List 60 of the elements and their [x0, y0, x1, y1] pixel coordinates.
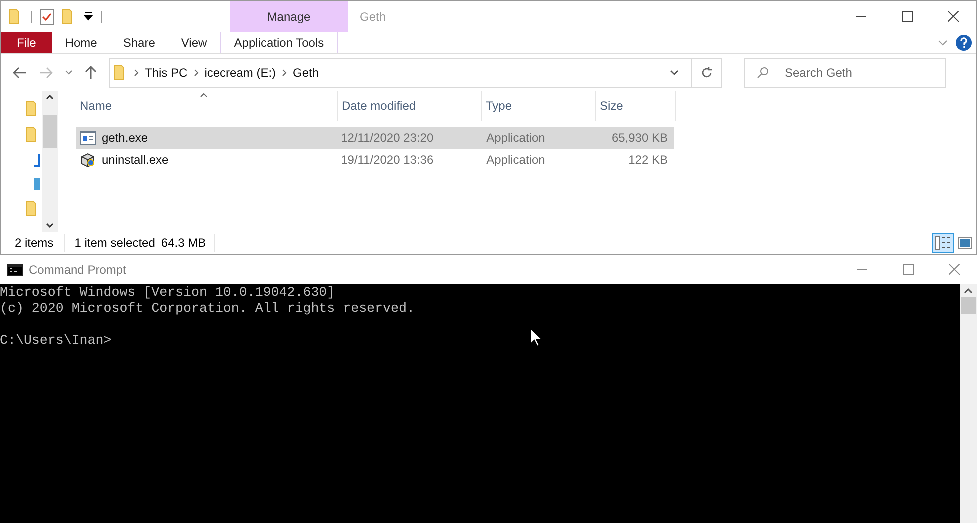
- file-name: geth.exe: [102, 130, 148, 147]
- status-selection-size: 64.3 MB: [155, 234, 216, 252]
- ribbon-tab[interactable]: View: [168, 32, 220, 53]
- date-cell-text: 12/11/2020 23:20: [340, 130, 435, 147]
- column-header[interactable]: Date modified: [338, 91, 482, 121]
- file-row[interactable]: uninstall.exe 19/11/2020 13:36 Application 122 KB: [76, 149, 674, 171]
- properties-icon[interactable]: [40, 8, 54, 24]
- dropdown-icon[interactable]: [84, 12, 93, 21]
- column-header[interactable]: Type: [482, 91, 596, 121]
- ribbon-tab[interactable]: File: [1, 32, 52, 53]
- chevron-right-icon: [194, 68, 199, 76]
- status-item-count: 2 items: [1, 234, 65, 252]
- up-arrow-icon[interactable]: [85, 66, 97, 80]
- date-cell-text: 19/11/2020 13:36: [340, 152, 435, 169]
- scroll-up-icon[interactable]: [46, 95, 54, 100]
- scroll-up-icon[interactable]: [964, 288, 973, 294]
- scrollbar[interactable]: [42, 91, 58, 232]
- ribbon-tab[interactable]: Share: [110, 32, 168, 53]
- chevron-right-icon: [282, 68, 288, 76]
- size-cell-text: 122 KB: [628, 152, 669, 169]
- console-prompt: C:\Users\Inan>: [0, 333, 112, 349]
- type-cell-text: Application: [486, 152, 546, 169]
- column-header[interactable]: Size: [596, 91, 676, 121]
- window-title: Geth: [360, 8, 386, 26]
- contextual-group-label: Manage: [230, 1, 348, 32]
- chevron-down-icon[interactable]: [65, 70, 73, 76]
- maximize-icon[interactable]: [902, 11, 912, 22]
- scroll-thumb[interactable]: [961, 297, 976, 314]
- status-selection: 1 item selected: [74, 235, 156, 252]
- console-title: Command Prompt: [29, 262, 126, 278]
- scroll-down-icon[interactable]: [46, 223, 54, 228]
- refresh-icon[interactable]: [700, 66, 712, 78]
- application-window-icon: [80, 131, 96, 145]
- scroll-thumb[interactable]: [43, 115, 57, 148]
- file-name: uninstall.exe: [102, 152, 169, 169]
- sort-caret-icon[interactable]: [200, 93, 208, 98]
- mouse-cursor-icon: [530, 328, 542, 347]
- address-bar[interactable]: This PC icecream (E:) Geth: [109, 58, 722, 88]
- close-icon[interactable]: [948, 11, 958, 22]
- search-field[interactable]: Search Geth: [744, 58, 946, 88]
- chevron-right-icon: [134, 68, 139, 76]
- type-cell-text: Application: [486, 130, 546, 147]
- help-icon[interactable]: [956, 34, 972, 50]
- thumbnail-view-icon[interactable]: [958, 237, 972, 249]
- breadcrumb[interactable]: Geth: [293, 64, 320, 82]
- back-arrow-icon[interactable]: [13, 66, 27, 78]
- breadcrumb[interactable]: This PC: [145, 64, 188, 82]
- scrollbar[interactable]: [960, 284, 977, 523]
- search-icon: [757, 66, 769, 78]
- breadcrumb[interactable]: icecream (E:): [204, 64, 276, 82]
- file-row[interactable]: geth.exe 12/11/2020 23:20 Application 65,930 KB: [76, 127, 674, 149]
- console-icon: [7, 264, 23, 276]
- chevron-down-icon[interactable]: [670, 70, 679, 76]
- details-view-button[interactable]: [932, 233, 954, 253]
- installer-box-icon: [80, 152, 96, 168]
- ribbon-tab[interactable]: Application Tools: [220, 32, 338, 53]
- ribbon-tab[interactable]: Home: [52, 32, 110, 53]
- size-cell-text: 65,930 KB: [610, 130, 669, 147]
- console-output: Microsoft Windows [Version 10.0.19042.630] (c) 2020 Microsoft Corporation. All rights reserved.: [0, 285, 415, 317]
- column-header[interactable]: Name: [76, 91, 338, 121]
